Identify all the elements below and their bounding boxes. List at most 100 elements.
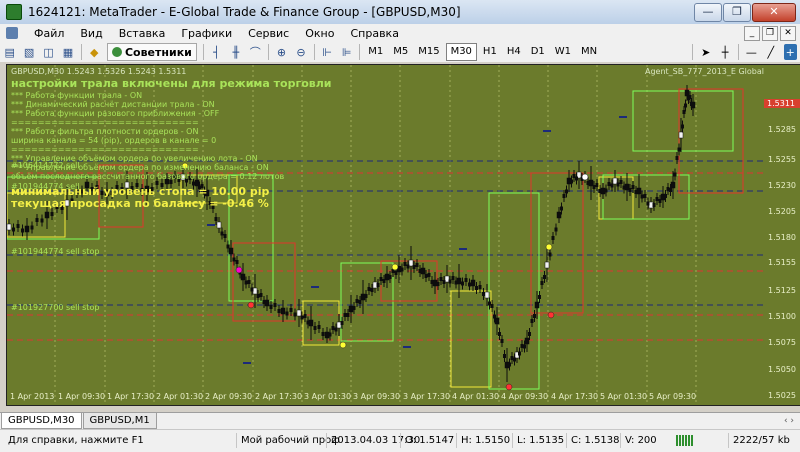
timeframe-m30[interactable]: M30 <box>445 43 477 61</box>
candle-body <box>406 264 410 269</box>
time-label: 2 Apr 17:30 <box>255 392 303 401</box>
candle-body <box>412 265 416 269</box>
menu-window[interactable]: Окно <box>297 27 342 40</box>
zoom-out-icon[interactable]: ⊖ <box>294 44 307 60</box>
line-chart-icon[interactable]: ⌒ <box>249 44 262 60</box>
candle-body <box>430 280 434 284</box>
timeframe-h4[interactable]: H4 <box>503 44 525 60</box>
timeframe-m1[interactable]: M1 <box>364 44 387 60</box>
candle-body <box>490 304 494 308</box>
candle-body <box>424 274 428 278</box>
time-label: 5 Apr 01:30 <box>600 392 648 401</box>
candle-body <box>364 294 368 298</box>
trendline-icon[interactable]: ╱ <box>764 44 777 60</box>
status-help: Для справки, нажмите F1 <box>8 435 144 446</box>
time-label: 4 Apr 09:30 <box>501 392 549 401</box>
timeframe-d1[interactable]: D1 <box>527 44 549 60</box>
status-close: C: 1.5138 <box>566 433 620 448</box>
price-label: 1.5125 <box>768 286 796 295</box>
autoscroll-icon[interactable]: ⊫ <box>340 44 353 60</box>
horizontal-line-icon[interactable]: — <box>745 44 758 60</box>
candle-body <box>461 281 464 286</box>
price-label: 1.5100 <box>768 312 796 321</box>
cursor-icon[interactable]: ➤ <box>699 44 712 60</box>
candle-body <box>44 211 50 219</box>
candle-body <box>570 179 573 184</box>
mdi-minimize-button[interactable]: _ <box>744 26 760 41</box>
candle-body <box>523 344 526 349</box>
candle-body <box>343 313 347 317</box>
toolbar-separator <box>359 44 361 60</box>
candle-body <box>610 183 614 188</box>
tile-windows-icon[interactable]: ⊩ <box>321 44 334 60</box>
candle-body <box>439 277 443 281</box>
time-axis: 1 Apr 2013 1 Apr 09:30 1 Apr 17:30 2 Apr… <box>6 392 764 404</box>
candle-body <box>562 194 566 198</box>
candle-body <box>408 259 414 267</box>
menu-tools[interactable]: Сервис <box>240 27 297 40</box>
candle-body <box>595 183 599 187</box>
candle-body <box>220 231 224 236</box>
tab-gbpusd-m30[interactable]: GBPUSD,M30 <box>1 413 82 429</box>
candle-body <box>534 301 540 309</box>
zoom-in-icon[interactable]: ⊕ <box>275 44 288 60</box>
candle-body <box>240 273 246 281</box>
price-chart[interactable]: GBPUSD,M30 1.5243 1.5326 1.5243 1.5311 н… <box>6 64 766 406</box>
candle-body <box>619 180 623 184</box>
order-marker <box>247 301 255 309</box>
current-drawdown: текущая просадка по балансу = -0.46 % <box>11 197 269 210</box>
menu-file[interactable]: Файл <box>26 27 72 40</box>
candle-body <box>379 277 383 281</box>
add-object-icon[interactable]: + <box>783 44 797 60</box>
timeframe-m5[interactable]: M5 <box>389 44 412 60</box>
market-watch-icon[interactable]: ◫ <box>42 44 55 60</box>
window-title: 1624121: MetaTrader - E-Global Trade & F… <box>28 5 461 19</box>
candle-body <box>540 281 544 285</box>
time-label: 1 Apr 2013 <box>10 392 55 401</box>
new-order-icon[interactable]: ◆ <box>88 44 101 60</box>
candle-body <box>508 362 511 367</box>
timeframe-w1[interactable]: W1 <box>551 44 575 60</box>
menu-charts[interactable]: Графики <box>173 27 240 40</box>
candle-body <box>669 188 672 192</box>
navigator-icon[interactable]: ▦ <box>61 44 74 60</box>
crosshair-icon[interactable]: ┼ <box>718 44 731 60</box>
maximize-button[interactable]: ❐ <box>723 3 751 22</box>
timeframe-mn[interactable]: MN <box>577 44 601 60</box>
candle-body <box>372 281 378 289</box>
candle-body <box>334 327 338 332</box>
new-chart-icon[interactable]: ▤ <box>3 44 16 60</box>
mdi-restore-button[interactable]: ❐ <box>762 26 778 41</box>
candlestick-icon[interactable]: ╫ <box>229 44 242 60</box>
candle-body <box>331 326 335 330</box>
timeframe-m15[interactable]: M15 <box>414 44 443 60</box>
current-price-tag: 1.5311 <box>764 99 800 108</box>
profiles-icon[interactable]: ▧ <box>22 44 35 60</box>
candle-body <box>624 183 630 191</box>
status-volume: V: 200 <box>620 433 657 448</box>
candle-body <box>607 182 611 186</box>
candle-body <box>244 280 248 285</box>
order-marker <box>505 383 513 391</box>
status-traffic: 2222/57 kb <box>728 433 790 448</box>
mdi-close-button[interactable]: ✕ <box>780 26 796 41</box>
status-high: H: 1.5150 <box>456 433 510 448</box>
tab-gbpusd-m1[interactable]: GBPUSD,M1 <box>82 413 157 429</box>
menu-insert[interactable]: Вставка <box>111 27 174 40</box>
bar-chart-icon[interactable]: ┤ <box>210 44 223 60</box>
candle-body <box>252 287 258 295</box>
tab-scroll-arrows[interactable]: ‹ › <box>784 416 794 426</box>
candle-body <box>427 273 431 277</box>
candle-body <box>285 311 289 316</box>
candle-body <box>543 275 546 279</box>
menu-help[interactable]: Справка <box>342 27 406 40</box>
minimize-button[interactable]: — <box>694 3 722 22</box>
experts-button[interactable]: Советники <box>106 43 197 61</box>
candle-body <box>451 276 455 280</box>
timeframe-h1[interactable]: H1 <box>479 44 501 60</box>
candle-body <box>444 275 450 283</box>
price-label: 1.5155 <box>768 258 796 267</box>
menu-view[interactable]: Вид <box>72 27 110 40</box>
time-label: 4 Apr 17:30 <box>551 392 599 401</box>
close-button[interactable]: ✕ <box>752 3 796 22</box>
